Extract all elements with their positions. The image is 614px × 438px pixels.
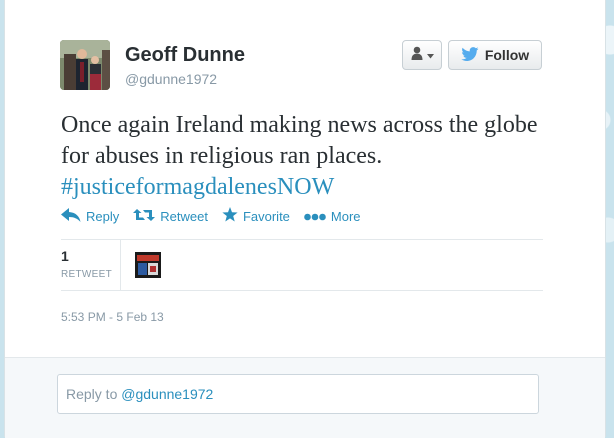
- reply-placeholder: Reply to: [66, 386, 122, 402]
- user-handle[interactable]: @gdunne1972: [125, 71, 217, 87]
- follow-button-label: Follow: [484, 47, 530, 63]
- person-icon: [411, 46, 423, 65]
- hashtag-link[interactable]: #justiceformagdalenesNOW: [61, 174, 334, 200]
- retweet-stat[interactable]: 1 RETWEET: [61, 248, 112, 280]
- retweet-label: Retweet: [160, 208, 208, 224]
- more-dots-icon: [304, 209, 326, 224]
- tweet-actions: Reply Retweet Favorite More: [61, 207, 375, 225]
- tweet-text: Once again Ireland making news across th…: [61, 110, 551, 203]
- twitter-bird-icon: [461, 46, 479, 64]
- reply-area: Reply to @gdunne1972: [5, 357, 605, 438]
- tweet-card: Geoff Dunne @gdunne1972 Follow Once agai…: [4, 0, 606, 438]
- stats-top-divider: [61, 239, 543, 240]
- reply-arrow-icon: [61, 207, 81, 225]
- more-label: More: [330, 208, 361, 224]
- reply-mention: @gdunne1972: [121, 386, 214, 402]
- retweet-count: 1: [61, 248, 69, 264]
- retweeter-avatar[interactable]: [135, 252, 161, 278]
- stats-separator: [120, 240, 121, 290]
- favorite-action[interactable]: Favorite: [222, 207, 290, 225]
- reply-label: Reply: [86, 208, 120, 224]
- retweet-icon: [133, 208, 156, 225]
- avatar-photo: [60, 40, 110, 90]
- tweet-timestamp[interactable]: 5:53 PM - 5 Feb 13: [61, 310, 164, 324]
- favorite-label: Favorite: [242, 208, 290, 224]
- caret-down-icon: [426, 46, 434, 64]
- star-icon: [222, 207, 238, 225]
- retweet-count-label: RETWEET: [61, 269, 112, 280]
- more-action[interactable]: More: [304, 209, 361, 224]
- tweet-body: Once again Ireland making news across th…: [61, 112, 538, 169]
- user-display-name[interactable]: Geoff Dunne: [125, 44, 245, 67]
- follow-button[interactable]: Follow: [448, 40, 542, 70]
- reply-action[interactable]: Reply: [61, 207, 120, 225]
- stats-bottom-divider: [61, 290, 543, 291]
- user-actions-button[interactable]: [402, 40, 442, 70]
- retweet-action[interactable]: Retweet: [133, 208, 208, 225]
- reply-input[interactable]: Reply to @gdunne1972: [57, 374, 539, 414]
- retweeter-photo: [135, 252, 161, 278]
- user-avatar[interactable]: [60, 40, 110, 90]
